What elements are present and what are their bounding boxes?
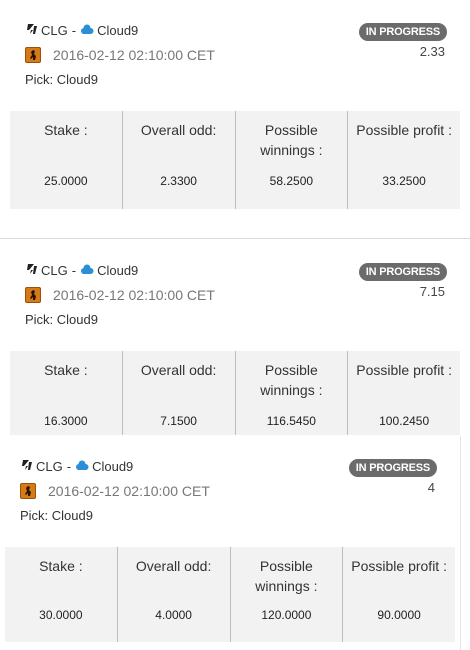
bet-stats: Stake : 16.3000 Overall odd: 7.1500 Poss…	[10, 351, 460, 435]
stat-overall-odd-label: Overall odd:	[140, 362, 217, 378]
cloud9-logo-icon	[75, 459, 89, 474]
stat-stake-label: Stake :	[39, 558, 83, 574]
counter-strike-game-icon	[25, 47, 41, 63]
stat-possible-profit-label: Possible profit :	[356, 122, 452, 138]
stat-overall-odd: Overall odd: 4.0000	[116, 547, 230, 642]
match-date-row: 2016-02-12 02:10:00 CET	[25, 47, 215, 63]
stat-possible-winnings-label: Possible winnings :	[260, 122, 323, 158]
cloud9-logo-icon	[80, 23, 94, 38]
stat-stake: Stake : 30.0000	[5, 547, 117, 642]
bet-card: CLG - Cloud9 2016-02-12 02:10:00 CET Pic…	[0, 240, 470, 435]
odd-value: 4	[427, 480, 435, 495]
clg-logo-icon	[20, 459, 33, 474]
stat-possible-winnings-value: 120.0000	[261, 608, 312, 622]
stat-possible-winnings-label: Possible winnings :	[255, 558, 318, 594]
stat-possible-winnings: Possible winnings : 58.2500	[234, 111, 348, 209]
stat-possible-profit: Possible profit : 33.2500	[347, 111, 460, 209]
stat-possible-profit: Possible profit : 100.2450	[347, 351, 460, 435]
bet-card: CLG - Cloud9 2016-02-12 02:10:00 CET Pic…	[0, 0, 470, 239]
stat-possible-winnings: Possible winnings : 120.0000	[229, 547, 343, 642]
stat-possible-profit-label: Possible profit :	[356, 362, 452, 378]
match-separator: -	[71, 23, 77, 38]
stat-stake: Stake : 25.0000	[10, 111, 122, 209]
match-separator: -	[66, 459, 72, 474]
status-badge: IN PROGRESS	[348, 459, 437, 477]
stat-possible-winnings-value: 116.5450	[266, 414, 316, 428]
stat-stake-value: 25.0000	[44, 174, 88, 188]
odd-value: 7.15	[419, 284, 445, 299]
stat-overall-odd: Overall odd: 2.3300	[121, 111, 235, 209]
stat-overall-odd-label: Overall odd:	[135, 558, 212, 574]
stat-overall-odd-value: 4.0000	[155, 608, 192, 622]
clg-logo-icon	[25, 23, 38, 38]
bet-stats: Stake : 30.0000 Overall odd: 4.0000 Poss…	[5, 547, 455, 642]
cloud9-logo-icon	[80, 263, 94, 278]
team-a-name: CLG	[36, 459, 63, 474]
pick-label: Pick: Cloud9	[25, 72, 98, 87]
bet-card: CLG - Cloud9 2016-02-12 02:10:00 CET Pic…	[0, 436, 461, 650]
team-b-name: Cloud9	[92, 459, 134, 474]
team-b-name: Cloud9	[97, 23, 139, 38]
stat-possible-winnings-label: Possible winnings :	[260, 362, 323, 398]
stat-possible-profit-value: 90.0000	[377, 608, 421, 622]
match-date-row: 2016-02-12 02:10:00 CET	[25, 287, 215, 303]
stat-possible-winnings-value: 58.2500	[269, 174, 314, 188]
stat-possible-profit-value: 33.2500	[382, 174, 426, 188]
team-a-name: CLG	[41, 23, 68, 38]
match-date: 2016-02-12 02:10:00 CET	[53, 287, 215, 303]
match-date: 2016-02-12 02:10:00 CET	[48, 483, 210, 499]
team-a-name: CLG	[41, 263, 68, 278]
stat-stake-value: 16.3000	[44, 414, 88, 428]
stat-stake: Stake : 16.3000	[10, 351, 122, 435]
stat-stake-label: Stake :	[44, 362, 88, 378]
odd-value: 2.33	[419, 44, 445, 59]
counter-strike-game-icon	[25, 287, 41, 303]
stat-stake-label: Stake :	[44, 122, 88, 138]
match-title[interactable]: CLG - Cloud9	[20, 459, 133, 474]
status-badge: IN PROGRESS	[358, 263, 447, 281]
match-separator: -	[71, 263, 77, 278]
match-title[interactable]: CLG - Cloud9	[25, 23, 138, 38]
stat-possible-profit-value: 100.2450	[379, 414, 430, 428]
pick-label: Pick: Cloud9	[20, 508, 93, 523]
stat-overall-odd-label: Overall odd:	[140, 122, 217, 138]
match-date: 2016-02-12 02:10:00 CET	[53, 47, 215, 63]
stat-overall-odd: Overall odd: 7.1500	[121, 351, 235, 435]
stat-overall-odd-value: 2.3300	[160, 174, 197, 188]
clg-logo-icon	[25, 263, 38, 278]
match-title[interactable]: CLG - Cloud9	[25, 263, 138, 278]
stat-possible-winnings: Possible winnings : 116.5450	[234, 351, 348, 435]
pick-label: Pick: Cloud9	[25, 312, 98, 327]
stat-stake-value: 30.0000	[39, 608, 83, 622]
counter-strike-game-icon	[20, 483, 36, 499]
stat-overall-odd-value: 7.1500	[160, 414, 197, 428]
bet-stats: Stake : 25.0000 Overall odd: 2.3300 Poss…	[10, 111, 460, 209]
stat-possible-profit: Possible profit : 90.0000	[342, 547, 455, 642]
status-badge: IN PROGRESS	[358, 23, 447, 41]
stat-possible-profit-label: Possible profit :	[351, 558, 447, 574]
team-b-name: Cloud9	[97, 263, 139, 278]
match-date-row: 2016-02-12 02:10:00 CET	[20, 483, 210, 499]
